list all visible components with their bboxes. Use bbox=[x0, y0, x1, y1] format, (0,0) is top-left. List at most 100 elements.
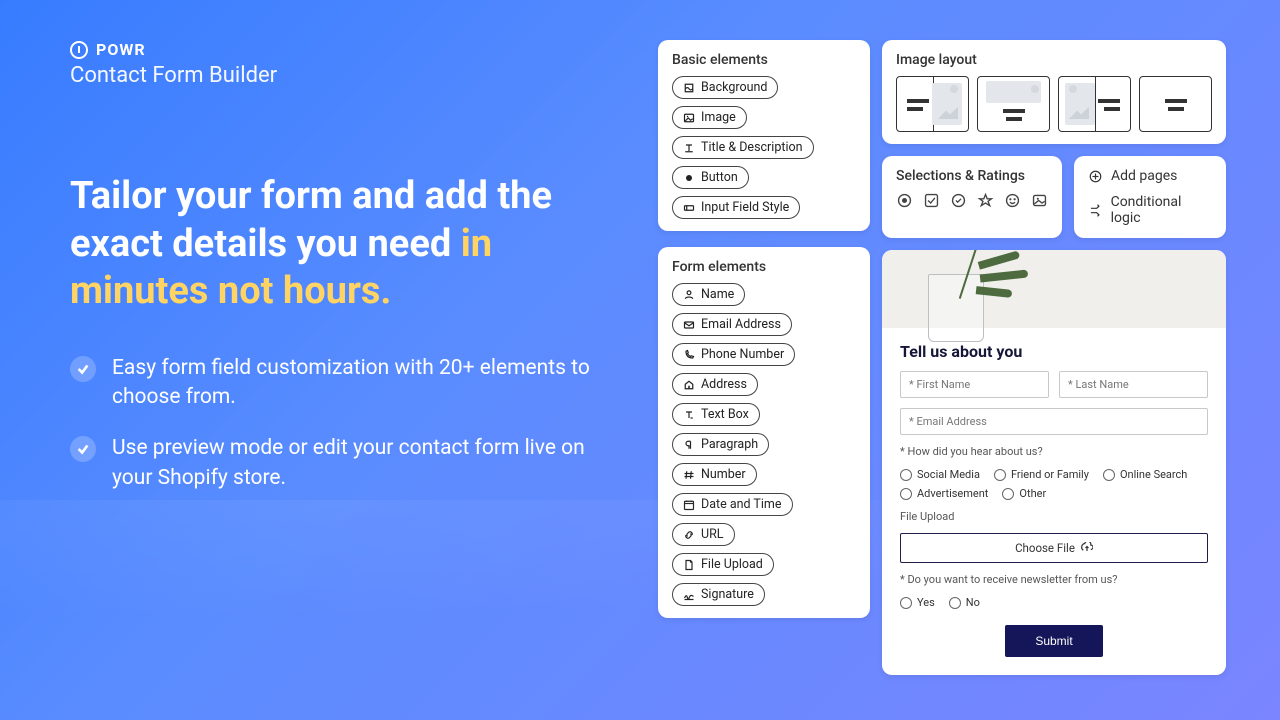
bullet-item: Use preview mode or edit your contact fo… bbox=[70, 434, 610, 493]
chip-icon bbox=[683, 172, 695, 184]
question-label: * How did you hear about us? bbox=[900, 445, 1208, 458]
check-icon bbox=[70, 356, 96, 382]
image-layout-panel: Image layout bbox=[882, 40, 1226, 144]
form-element-text-box[interactable]: Text Box bbox=[672, 403, 760, 426]
chip-icon bbox=[683, 82, 695, 94]
panel-title: Image layout bbox=[896, 52, 1212, 68]
choose-file-button[interactable]: Choose File bbox=[900, 533, 1208, 563]
radio-label: Online Search bbox=[1120, 468, 1187, 481]
chip-label: Number bbox=[701, 467, 746, 482]
form-element-paragraph[interactable]: Paragraph bbox=[672, 433, 769, 456]
chip-icon bbox=[683, 349, 695, 361]
layout-option-text-left[interactable] bbox=[896, 76, 969, 132]
radio-dot-icon bbox=[900, 488, 912, 500]
form-element-url[interactable]: URL bbox=[672, 523, 735, 546]
basic-element-image[interactable]: Image bbox=[672, 106, 747, 129]
chip-label: Phone Number bbox=[701, 347, 784, 362]
radio-dot-icon bbox=[949, 597, 961, 609]
chip-label: URL bbox=[701, 527, 724, 542]
radio-dot-icon bbox=[994, 469, 1006, 481]
first-name-field[interactable]: * First Name bbox=[900, 371, 1049, 398]
radio-dot-icon bbox=[900, 597, 912, 609]
chip-label: Name bbox=[701, 287, 734, 302]
bullet-item: Easy form field customization with 20+ e… bbox=[70, 354, 610, 413]
form-element-email-address[interactable]: Email Address bbox=[672, 313, 792, 336]
radio-label: Other bbox=[1019, 487, 1046, 500]
form-element-address[interactable]: Address bbox=[672, 373, 758, 396]
check-circle-icon bbox=[950, 192, 967, 209]
chip-label: Input Field Style bbox=[701, 200, 789, 215]
basic-element-input-field-style[interactable]: Input Field Style bbox=[672, 196, 800, 219]
selections-panel: Selections & Ratings bbox=[882, 156, 1062, 238]
chip-icon bbox=[683, 469, 695, 481]
basic-element-button[interactable]: Button bbox=[672, 166, 749, 189]
basic-element-title-description[interactable]: Title & Description bbox=[672, 136, 814, 159]
radio-label: Social Media bbox=[917, 468, 980, 481]
radio-dot-icon bbox=[1002, 488, 1014, 500]
chip-icon bbox=[683, 559, 695, 571]
panel-title: Basic elements bbox=[672, 52, 856, 68]
chip-icon bbox=[683, 499, 695, 511]
bullet-text: Use preview mode or edit your contact fo… bbox=[112, 434, 610, 493]
option-label: Add pages bbox=[1111, 168, 1177, 184]
chip-label: Address bbox=[701, 377, 747, 392]
chip-icon bbox=[683, 289, 695, 301]
form-element-file-upload[interactable]: File Upload bbox=[672, 553, 774, 576]
radio-option[interactable]: Other bbox=[1002, 487, 1046, 500]
form-hero-image bbox=[882, 250, 1226, 328]
chip-icon bbox=[683, 439, 695, 451]
choose-file-label: Choose File bbox=[1015, 541, 1075, 555]
chip-icon bbox=[683, 589, 695, 601]
radio-dot-icon bbox=[1103, 469, 1115, 481]
chip-icon bbox=[683, 379, 695, 391]
radio-option[interactable]: Friend or Family bbox=[994, 468, 1089, 481]
radio-option[interactable]: Advertisement bbox=[900, 487, 988, 500]
bullet-text: Easy form field customization with 20+ e… bbox=[112, 354, 610, 413]
layout-option-text-only[interactable] bbox=[1139, 76, 1212, 132]
layout-option-text-right[interactable] bbox=[1058, 76, 1131, 132]
options-panel: Add pages Conditional logic bbox=[1074, 156, 1226, 238]
add-pages-option[interactable]: Add pages bbox=[1088, 168, 1212, 184]
form-element-phone-number[interactable]: Phone Number bbox=[672, 343, 795, 366]
plus-circle-icon bbox=[1088, 169, 1103, 184]
radio-label: Yes bbox=[917, 596, 935, 609]
last-name-field[interactable]: * Last Name bbox=[1059, 371, 1208, 398]
file-upload-label: File Upload bbox=[900, 510, 1208, 523]
chip-icon bbox=[683, 202, 695, 214]
form-element-signature[interactable]: Signature bbox=[672, 583, 765, 606]
branch-icon bbox=[1088, 203, 1103, 218]
radio-option[interactable]: Yes bbox=[900, 596, 935, 609]
brand-icon bbox=[70, 41, 88, 59]
product-name: Contact Form Builder bbox=[70, 63, 610, 88]
form-title: Tell us about you bbox=[900, 342, 1208, 361]
chip-icon bbox=[683, 319, 695, 331]
form-element-name[interactable]: Name bbox=[672, 283, 745, 306]
option-label: Conditional logic bbox=[1111, 194, 1212, 226]
chip-label: Title & Description bbox=[701, 140, 803, 155]
brand: POWR bbox=[70, 40, 610, 59]
upload-icon bbox=[1081, 542, 1093, 554]
radio-label: Advertisement bbox=[917, 487, 988, 500]
radio-option[interactable]: Online Search bbox=[1103, 468, 1187, 481]
question-label: * Do you want to receive newsletter from… bbox=[900, 573, 1208, 586]
conditional-logic-option[interactable]: Conditional logic bbox=[1088, 194, 1212, 226]
basic-element-background[interactable]: Background bbox=[672, 76, 778, 99]
layout-option-image-top[interactable] bbox=[977, 76, 1050, 132]
form-element-number[interactable]: Number bbox=[672, 463, 757, 486]
submit-button[interactable]: Submit bbox=[1005, 625, 1102, 657]
radio-option[interactable]: No bbox=[949, 596, 980, 609]
chip-label: Image bbox=[701, 110, 736, 125]
chip-icon bbox=[683, 142, 695, 154]
radio-icon bbox=[896, 192, 913, 209]
chip-label: File Upload bbox=[701, 557, 763, 572]
panel-title: Form elements bbox=[672, 259, 856, 275]
chip-icon bbox=[683, 529, 695, 541]
chip-label: Date and Time bbox=[701, 497, 782, 512]
star-icon bbox=[977, 192, 994, 209]
radio-option[interactable]: Social Media bbox=[900, 468, 980, 481]
email-field[interactable]: * Email Address bbox=[900, 408, 1208, 435]
chip-label: Paragraph bbox=[701, 437, 758, 452]
image-icon bbox=[1031, 192, 1048, 209]
form-element-date-and-time[interactable]: Date and Time bbox=[672, 493, 793, 516]
checkbox-icon bbox=[923, 192, 940, 209]
